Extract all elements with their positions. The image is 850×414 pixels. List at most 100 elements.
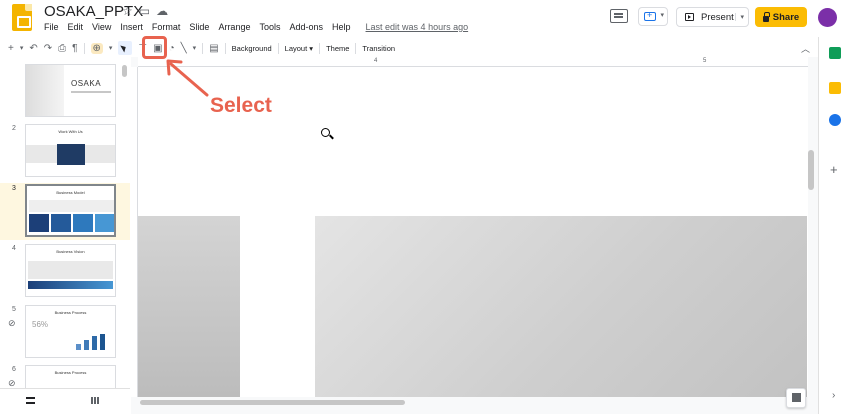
- slide-3-box-2: [51, 214, 71, 232]
- sheets-icon[interactable]: [829, 47, 841, 59]
- new-slide-dropdown-icon[interactable]: ▾: [20, 44, 24, 52]
- print-icon[interactable]: ⎙: [58, 43, 66, 54]
- menu-view[interactable]: View: [92, 22, 111, 32]
- divider: [319, 42, 321, 54]
- star-icon[interactable]: ☆: [122, 4, 133, 18]
- slides-editor: OSAKA_PPTX ☆ ▭ ☁ File Edit View Insert F…: [0, 0, 850, 414]
- layout-button[interactable]: Layout ▾: [285, 44, 313, 53]
- slide-number-6: 6: [12, 366, 16, 373]
- share-label: Share: [772, 11, 800, 23]
- undo-icon[interactable]: ↶: [29, 43, 37, 54]
- theme-button[interactable]: Theme: [326, 44, 349, 53]
- cloud-status-icon[interactable]: ☁: [156, 4, 168, 18]
- slide-4-title: Business Vision: [56, 249, 85, 254]
- divider: [277, 42, 279, 54]
- chevron-right-icon[interactable]: ›: [832, 390, 835, 401]
- slide-2-title: Work With Us: [58, 129, 83, 134]
- present-icon: [685, 13, 694, 21]
- slide-3-top-band: [29, 200, 114, 212]
- slide-thumbnail-5[interactable]: Business Process 56%: [25, 305, 116, 358]
- slides-logo-icon[interactable]: [12, 4, 32, 31]
- menu-tools[interactable]: Tools: [259, 22, 280, 32]
- explore-icon[interactable]: [786, 388, 806, 408]
- divider: [355, 42, 357, 54]
- canvas-horizontal-scrollbar[interactable]: [140, 400, 405, 405]
- get-addons-icon[interactable]: +: [830, 162, 838, 177]
- menu-arrange[interactable]: Arrange: [218, 22, 250, 32]
- ruler-left: [131, 67, 138, 397]
- canvas-vertical-scrollbar[interactable]: [808, 150, 814, 190]
- collapse-toolbar-icon[interactable]: ︿: [801, 42, 810, 55]
- slide-thumbnail-2[interactable]: Work With Us: [25, 124, 116, 177]
- slide-5-stat: 56%: [32, 320, 49, 329]
- present-options-chevron-icon[interactable]: ▾: [735, 13, 744, 21]
- annotation-label: Select: [210, 94, 272, 117]
- slide-5-bar-2: [84, 340, 89, 350]
- link-icon[interactable]: ⊘: [8, 318, 16, 329]
- last-edit-link[interactable]: Last edit was 4 hours ago: [366, 22, 469, 32]
- transition-button[interactable]: Transition: [362, 44, 395, 53]
- redo-icon[interactable]: ↷: [44, 43, 52, 54]
- shape-icon[interactable]: ◔: [169, 43, 175, 54]
- menu-slide[interactable]: Slide: [189, 22, 209, 32]
- filmstrip-view-icon[interactable]: [26, 397, 35, 404]
- menu-file[interactable]: File: [44, 22, 59, 32]
- menu-edit[interactable]: Edit: [68, 22, 84, 32]
- divider: [83, 42, 85, 54]
- slide-number-2: 2: [12, 125, 16, 132]
- divider: [224, 42, 226, 54]
- zoom-dropdown-icon[interactable]: ▾: [109, 44, 113, 52]
- move-folder-icon[interactable]: ▭: [139, 4, 150, 18]
- slide-thumbnail-1[interactable]: OSAKA: [25, 64, 116, 117]
- slide-number-3: 3: [12, 185, 16, 192]
- share-button[interactable]: Share: [755, 7, 807, 27]
- slide-number-5: 5: [12, 306, 16, 313]
- present-label: Present: [701, 11, 734, 23]
- menu-bar: File Edit View Insert Format Slide Arran…: [44, 22, 468, 32]
- avatar[interactable]: [818, 8, 837, 27]
- slide-thumbnail-4[interactable]: Business Vision: [25, 244, 116, 297]
- slide-image-left[interactable]: [138, 216, 240, 397]
- slide-image-right[interactable]: [315, 216, 807, 397]
- paint-format-icon[interactable]: ¶: [72, 43, 77, 54]
- line-icon[interactable]: ╲: [181, 43, 187, 54]
- slide-6-title: Business Process: [54, 370, 87, 375]
- slide-3-box-3: [73, 214, 93, 232]
- filmstrip-scrollbar[interactable]: [122, 65, 127, 77]
- slide-3-box-4: [95, 214, 114, 232]
- slide-1-title: OSAKA: [71, 79, 102, 88]
- slide-thumbnail-6[interactable]: Business Process: [25, 365, 116, 388]
- keep-icon[interactable]: [829, 82, 841, 94]
- slide-5-bar-1: [76, 344, 81, 350]
- line-dropdown-icon[interactable]: ▾: [193, 44, 197, 52]
- new-slide-icon[interactable]: +: [8, 43, 14, 54]
- meet-button[interactable]: ▾: [638, 7, 668, 26]
- app-header: OSAKA_PPTX ☆ ▭ ☁ File Edit View Insert F…: [0, 0, 850, 37]
- slide-4-bar: [28, 281, 113, 289]
- ruler-mark-4: 4: [374, 58, 378, 64]
- video-camera-icon: [644, 10, 656, 21]
- tasks-icon[interactable]: [829, 114, 841, 126]
- slide-thumbnail-3[interactable]: Business Model: [25, 184, 116, 237]
- slide-3-box-1: [29, 214, 49, 232]
- title-icons: ☆ ▭ ☁: [122, 4, 168, 18]
- background-button[interactable]: Background: [232, 44, 272, 53]
- present-button[interactable]: Present ▾: [676, 7, 749, 27]
- lock-icon: [762, 11, 770, 22]
- side-panel-bar: + ›: [818, 37, 850, 414]
- comment-history-icon[interactable]: [610, 9, 628, 23]
- menu-format[interactable]: Format: [152, 22, 181, 32]
- menu-addons[interactable]: Add-ons: [289, 22, 323, 32]
- grid-view-icon[interactable]: [91, 397, 100, 404]
- comment-add-icon[interactable]: ▤: [209, 43, 218, 54]
- slide-3-title: Business Model: [56, 190, 85, 195]
- slide-5-title: Business Process: [54, 310, 87, 315]
- zoom-icon[interactable]: ⊕: [90, 42, 103, 54]
- divider: [202, 42, 204, 54]
- ruler-top: 4 5: [138, 57, 808, 67]
- menu-help[interactable]: Help: [332, 22, 351, 32]
- select-cursor-icon[interactable]: [118, 41, 133, 55]
- menu-insert[interactable]: Insert: [120, 22, 143, 32]
- slide-5-bar-3: [92, 336, 97, 350]
- slide-1-subtitle-bar: [71, 91, 111, 93]
